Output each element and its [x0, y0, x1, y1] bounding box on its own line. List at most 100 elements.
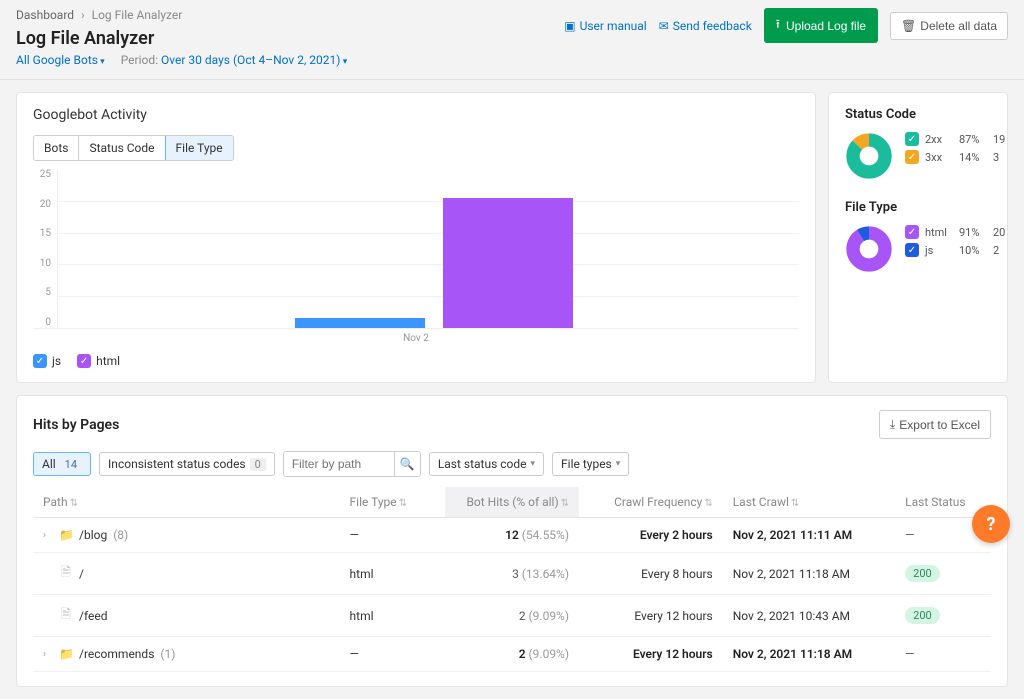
checkbox-icon: ✓ [905, 150, 919, 164]
last-status-code-dropdown[interactable]: Last status code [429, 452, 544, 476]
y-tick: 10 [33, 258, 51, 269]
y-tick: 15 [33, 228, 51, 239]
user-manual-link[interactable]: ▣ User manual [564, 19, 646, 33]
status-code-block: ✓ 2xx 87% 19 ✓ 3xx 14% 3 [845, 132, 991, 180]
export-label: Export to Excel [899, 418, 980, 432]
y-tick: 25 [33, 169, 51, 180]
y-tick: 5 [33, 287, 51, 298]
pill-count: 14 [60, 458, 82, 471]
bots-filter-dropdown[interactable]: All Google Bots [16, 53, 105, 67]
upload-log-label: Upload Log file [786, 19, 866, 33]
delete-all-data-button[interactable]: 🗑 Delete all data [890, 12, 1008, 40]
googlebot-activity-card: Googlebot Activity Bots Status Code File… [16, 92, 816, 383]
table-row[interactable]: 🗎/feedhtml2 (9.09%)Every 12 hoursNov 2, … [33, 595, 991, 637]
upload-log-button[interactable]: ⭱ Upload Log file [764, 8, 878, 43]
row-last-crawl: Nov 2, 2021 11:11 AM [723, 518, 895, 553]
dropdown-label: Last status code [438, 457, 527, 471]
tab-file-type[interactable]: File Type [165, 135, 234, 161]
row-last-status: 200 [895, 553, 991, 595]
status-code-donut [845, 132, 893, 180]
page-header: Dashboard › Log File Analyzer Log File A… [0, 0, 1024, 80]
breadcrumb-current: Log File Analyzer [92, 8, 183, 22]
row-path: / [79, 567, 84, 581]
col-crawl-freq[interactable]: Crawl Frequency⇅ [579, 487, 723, 518]
col-path[interactable]: Path⇅ [33, 487, 340, 518]
side-panel: Status Code ✓ 2xx 87% 19 [828, 92, 1008, 383]
row-path: /blog [79, 528, 107, 542]
status-badge: 200 [905, 565, 940, 582]
legend-pct: 10% [959, 244, 987, 257]
pill-count: 0 [250, 458, 266, 471]
expand-icon[interactable]: › [43, 530, 53, 541]
row-crawl-freq: Every 8 hours [579, 553, 723, 595]
legend-row-2xx[interactable]: ✓ 2xx 87% 19 [905, 132, 1005, 146]
row-crawl-freq: Every 2 hours [579, 518, 723, 553]
row-crawl-freq: Every 12 hours [579, 637, 723, 672]
send-feedback-link[interactable]: ✉ Send feedback [659, 19, 752, 33]
row-path-count: (1) [160, 647, 175, 661]
legend-item-js[interactable]: ✓ js [33, 354, 61, 368]
legend-label: html [925, 226, 953, 239]
folder-icon: 📁 [59, 528, 73, 542]
breadcrumb-root-link[interactable]: Dashboard [16, 8, 74, 22]
page-title: Log File Analyzer [16, 28, 347, 49]
col-bot-hits[interactable]: Bot Hits (% of all)⇅ [445, 487, 579, 518]
chart-legend: ✓ js ✓ html [33, 354, 799, 368]
folder-icon: 📁 [59, 647, 73, 661]
dropdown-label: File types [561, 457, 612, 471]
export-to-excel-button[interactable]: ⤓ Export to Excel [879, 410, 991, 439]
expand-icon[interactable]: › [43, 649, 53, 660]
help-fab[interactable]: ? [972, 505, 1010, 543]
sort-icon: ⇅ [561, 498, 569, 509]
y-tick: 20 [33, 199, 51, 210]
row-bot-hits: 3 (13.64%) [445, 553, 579, 595]
col-last-crawl[interactable]: Last Crawl⇅ [723, 487, 895, 518]
header-actions: ▣ User manual ✉ Send feedback ⭱ Upload L… [564, 8, 1008, 43]
legend-row-html[interactable]: ✓ html 91% 20 [905, 225, 1005, 239]
table-row[interactable]: 🗎/html3 (13.64%)Every 8 hoursNov 2, 2021… [33, 553, 991, 595]
row-last-crawl: Nov 2, 2021 11:18 AM [723, 553, 895, 595]
tab-status-code[interactable]: Status Code [79, 136, 165, 160]
row-last-crawl: Nov 2, 2021 11:18 AM [723, 637, 895, 672]
row-bot-hits: 12 (54.55%) [445, 518, 579, 553]
table-row[interactable]: ›📁/blog (8)—12 (54.55%)Every 2 hoursNov … [33, 518, 991, 553]
legend-row-3xx[interactable]: ✓ 3xx 14% 3 [905, 150, 1005, 164]
sort-icon: ⇅ [399, 498, 407, 509]
status-code-title: Status Code [845, 107, 991, 122]
path-search-button[interactable]: 🔍 [394, 452, 420, 476]
row-bot-hits: 2 (9.09%) [445, 595, 579, 637]
activity-chart: 25 20 15 10 5 0 [33, 169, 799, 329]
hits-filter-bar: All 14 Inconsistent status codes 0 🔍 Las… [33, 451, 991, 477]
legend-count: 19 [993, 133, 1005, 146]
user-manual-label: User manual [580, 19, 647, 33]
period-filter-dropdown[interactable]: Over 30 days (Oct 4–Nov 2, 2021) [161, 53, 347, 67]
legend-pct: 87% [959, 133, 987, 146]
checkbox-icon: ✓ [905, 132, 919, 146]
path-search: 🔍 [283, 451, 421, 477]
filter-pill-inconsistent[interactable]: Inconsistent status codes 0 [99, 452, 275, 476]
export-icon: ⤓ [890, 417, 895, 432]
upload-icon: ⭱ [776, 15, 780, 36]
legend-count: 3 [993, 151, 999, 164]
breadcrumb-separator: › [81, 8, 85, 22]
header-filters: All Google Bots Period: Over 30 days (Oc… [16, 53, 347, 67]
legend-pct: 91% [959, 226, 987, 239]
legend-row-js[interactable]: ✓ js 10% 2 [905, 243, 1005, 257]
row-file-type: — [340, 518, 445, 553]
checkbox-icon: ✓ [905, 225, 919, 239]
file-type-block: ✓ html 91% 20 ✓ js 10% 2 [845, 225, 991, 273]
col-file-type[interactable]: File Type⇅ [340, 487, 445, 518]
path-search-input[interactable] [284, 452, 394, 476]
sort-icon: ⇅ [791, 498, 799, 509]
table-row[interactable]: ›📁/recommends (1)—2 (9.09%)Every 12 hour… [33, 637, 991, 672]
chart-bars [295, 198, 573, 328]
checkbox-icon: ✓ [77, 354, 91, 368]
filter-pill-all[interactable]: All 14 [33, 452, 91, 476]
chat-icon: ✉ [659, 19, 669, 33]
trash-icon: 🗑 [901, 19, 916, 33]
file-icon: 🗎 [59, 563, 73, 584]
tab-bots[interactable]: Bots [34, 136, 79, 160]
legend-item-html[interactable]: ✓ html [77, 354, 120, 368]
row-last-status: — [895, 637, 991, 672]
file-types-dropdown[interactable]: File types [552, 452, 629, 476]
